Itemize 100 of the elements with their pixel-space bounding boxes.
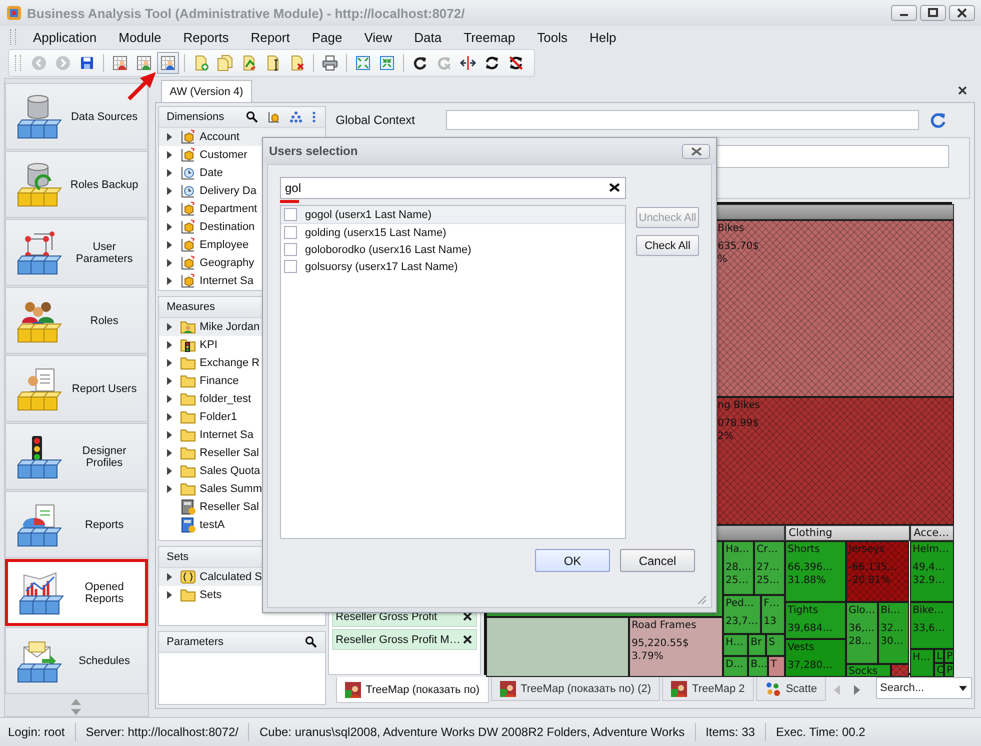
treemap-cell[interactable]: Glo… 36,… 28…	[846, 602, 878, 664]
expand-arrow-icon[interactable]	[166, 431, 172, 439]
menu-item[interactable]: Reports	[172, 28, 240, 46]
menu-item[interactable]: Help	[578, 28, 628, 46]
dialog-button[interactable]: Check All	[636, 235, 699, 256]
checkbox[interactable]	[284, 226, 297, 239]
maximize-button[interactable]	[920, 5, 946, 21]
expand-arrow-icon[interactable]	[166, 205, 172, 213]
menu-item[interactable]: Application	[22, 28, 108, 46]
checkbox[interactable]	[284, 243, 297, 256]
expand-arrow-icon[interactable]	[166, 151, 172, 159]
treemap-cell[interactable]: Ped… 23,7…	[722, 595, 761, 634]
expand-arrow-icon[interactable]	[166, 187, 172, 195]
close-button[interactable]	[949, 5, 975, 21]
tree-item[interactable]: Reseller Sal	[158, 444, 325, 462]
expand-arrow-icon[interactable]	[166, 413, 172, 421]
search-icon[interactable]	[246, 111, 258, 123]
treemap-cell[interactable]: Br	[748, 634, 766, 656]
sidebar-item[interactable]: Roles	[5, 287, 148, 354]
menu-item[interactable]: Tools	[526, 28, 579, 46]
menu-item[interactable]: Treemap	[452, 28, 526, 46]
close-icon[interactable]	[958, 86, 967, 94]
treemap-cell[interactable]: T	[768, 656, 785, 677]
tree-item[interactable]: folder_test	[158, 390, 325, 408]
global-context-field[interactable]	[446, 110, 919, 130]
search-field[interactable]: gol	[280, 177, 626, 199]
expand-arrow-icon[interactable]	[166, 169, 172, 177]
sidebar-item[interactable]: Reports	[5, 491, 148, 558]
measure-chip[interactable]: Reseller Gross Profit M…	[332, 629, 477, 650]
cube-edit-icon[interactable]	[266, 110, 281, 124]
clear-icon[interactable]	[609, 183, 620, 192]
next-icon[interactable]	[854, 685, 860, 695]
tree-item[interactable]: Sets	[158, 586, 325, 604]
treemap-cell[interactable]: H…	[910, 649, 934, 677]
sidebar-item[interactable]: Data Sources	[5, 83, 148, 150]
treemap-cell[interactable]: Socks	[846, 664, 891, 677]
tree-item[interactable]: Finance	[158, 372, 325, 390]
expand-arrow-icon[interactable]	[166, 223, 172, 231]
treemap-cell[interactable]: S	[766, 634, 785, 656]
treemap-cell[interactable]: F… 13	[760, 595, 785, 634]
list-item[interactable]: gogol (userx1 Last Name)	[281, 206, 625, 224]
treemap-cell[interactable]: P	[944, 663, 954, 677]
treemap-cell[interactable]	[890, 664, 909, 677]
treemap-cell[interactable]: Cr… 27… 25…	[754, 541, 785, 595]
treemap-cell[interactable]: Tights 39,684…	[784, 602, 846, 639]
remove-icon[interactable]	[462, 635, 472, 644]
treemap-cell[interactable]: D…	[722, 656, 748, 677]
report-tab[interactable]: Scatte	[756, 677, 826, 701]
dialog-button[interactable]: OK	[535, 549, 610, 572]
sidebar-item[interactable]: Schedules	[5, 627, 148, 694]
expand-arrow-icon[interactable]	[166, 359, 172, 367]
expand-arrow-icon[interactable]	[166, 133, 172, 141]
sidebar-item[interactable]: Opened Reports	[5, 559, 148, 626]
expand-arrow-icon[interactable]	[166, 341, 172, 349]
sidebar-item[interactable]: Report Users	[5, 355, 148, 422]
close-button[interactable]	[682, 144, 710, 158]
expand-arrow-icon[interactable]	[166, 241, 172, 249]
expand-arrow-icon[interactable]	[166, 277, 172, 285]
expand-arrow-icon[interactable]	[166, 467, 172, 475]
treemap-cell[interactable]: L	[934, 649, 944, 663]
more-icon[interactable]	[310, 111, 317, 123]
treemap-cell[interactable]: Bi… 32… 30…	[878, 602, 909, 664]
refresh-icon[interactable]	[928, 111, 947, 129]
dropdown-caret-icon[interactable]	[959, 686, 967, 691]
treemap-cell[interactable]	[486, 617, 629, 677]
treemap-cell[interactable]: Vests 37,280…	[784, 639, 846, 677]
treemap-cell[interactable]: H…	[722, 634, 748, 656]
sidebar-item[interactable]: Designer Profiles	[5, 423, 148, 490]
report-tab[interactable]: TreeMap (показать по) (2)	[490, 677, 660, 701]
treemap-cell[interactable]: Helm… 49,4… 32.9…	[910, 541, 954, 602]
expand-arrow-icon[interactable]	[166, 259, 172, 267]
treemap-cell[interactable]: Road Frames 95,220.55$ 3.79%	[628, 617, 723, 677]
tree-item[interactable]: Sales Summ	[158, 480, 325, 498]
expand-arrow-icon[interactable]	[166, 395, 172, 403]
menu-item[interactable]: Data	[403, 28, 453, 46]
tree-item[interactable]: Folder1	[158, 408, 325, 426]
treemap-cell[interactable]: B…	[748, 656, 768, 677]
tree-item[interactable]: Reseller Sal	[158, 498, 325, 516]
report-tab[interactable]: TreeMap (показать по)	[336, 677, 489, 703]
menu-item[interactable]: Page	[300, 28, 354, 46]
document-tab[interactable]: AW (Version 4)	[160, 80, 252, 102]
tree-item[interactable]: Internet Sa	[158, 426, 325, 444]
treemap-cell[interactable]: Bike… 33,6…	[910, 602, 954, 649]
hierarchy-icon[interactable]	[290, 111, 302, 123]
menu-item[interactable]: Report	[240, 28, 301, 46]
expand-arrow-icon[interactable]	[166, 485, 172, 493]
tree-item[interactable]: testA	[158, 516, 325, 534]
minimize-button[interactable]	[891, 5, 917, 21]
treemap-cell[interactable]: Shorts 66,396… 31.88%	[784, 541, 846, 602]
tree-item[interactable]: Internet Sa	[158, 272, 325, 290]
expand-arrow-icon[interactable]	[166, 591, 172, 599]
search-icon[interactable]	[304, 636, 317, 648]
expand-arrow-icon[interactable]	[166, 573, 172, 581]
dialog-button[interactable]: Cancel	[620, 549, 695, 572]
sidebar-item[interactable]: Roles Backup	[5, 151, 148, 218]
sidebar-item[interactable]: User Parameters	[5, 219, 148, 286]
expand-arrow-icon[interactable]	[166, 449, 172, 457]
report-tab[interactable]: TreeMap 2	[662, 677, 754, 701]
checkbox[interactable]	[284, 260, 297, 273]
treemap-cell[interactable]: P	[944, 649, 954, 663]
